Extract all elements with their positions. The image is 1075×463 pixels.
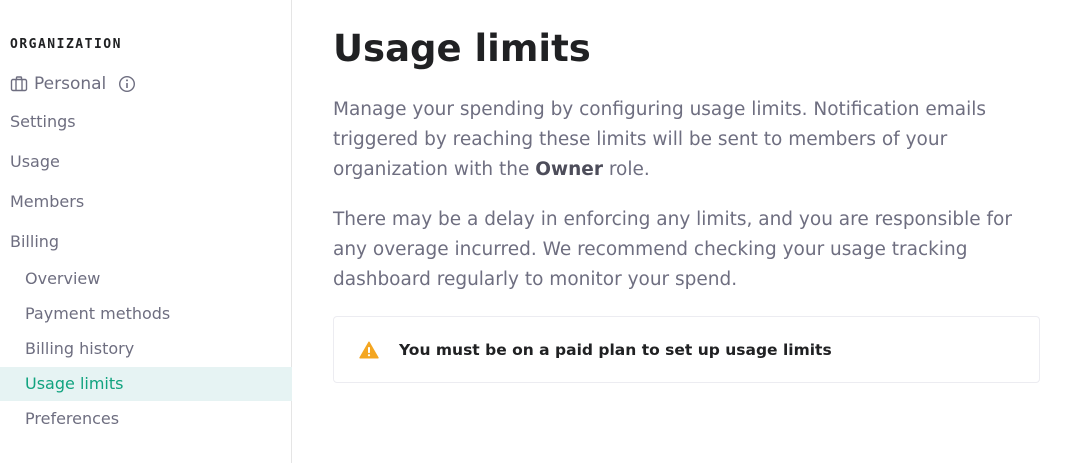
description-text-end: role. [602, 159, 650, 180]
org-selector[interactable]: Personal [10, 72, 136, 96]
paid-plan-notice: You must be on a paid plan to set up usa… [333, 316, 1040, 383]
description-paragraph: Manage your spending by configuring usag… [333, 95, 1040, 185]
sidebar: ORGANIZATION Personal Settings Usage Mem… [0, 0, 292, 463]
nav-members[interactable]: Members [10, 192, 84, 212]
app-window: ORGANIZATION Personal Settings Usage Mem… [0, 0, 1075, 463]
briefcase-icon [10, 76, 28, 92]
nav-billing-history[interactable]: Billing history [0, 332, 292, 366]
nav-billing-usage-limits[interactable]: Usage limits [0, 367, 292, 401]
section-title-organization: ORGANIZATION [10, 37, 122, 52]
delay-notice-paragraph: There may be a delay in enforcing any li… [333, 209, 1012, 290]
nav-billing-preferences[interactable]: Preferences [0, 402, 292, 436]
nav-billing-overview[interactable]: Overview [0, 262, 292, 296]
nav-settings[interactable]: Settings [10, 112, 76, 132]
owner-role-text: Owner [535, 159, 603, 180]
org-name: Personal [34, 74, 107, 94]
nav-billing[interactable]: Billing [10, 232, 59, 252]
page-title: Usage limits [333, 27, 591, 70]
nav-billing-payment-methods[interactable]: Payment methods [0, 297, 292, 331]
warning-icon [359, 341, 379, 358]
notice-text: You must be on a paid plan to set up usa… [399, 340, 832, 359]
info-icon[interactable] [118, 75, 136, 93]
nav-usage[interactable]: Usage [10, 152, 60, 172]
description-text-start: Manage your spending by configuring usag… [333, 99, 987, 180]
